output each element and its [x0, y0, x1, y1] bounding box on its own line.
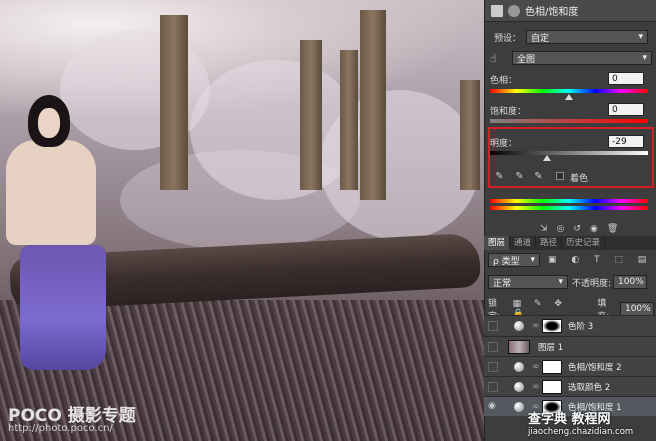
layers-tabs: 图层 通道 路径 历史记录: [484, 236, 656, 250]
adjustment-layer-icon: [514, 382, 524, 392]
visibility-toggle[interactable]: [488, 321, 498, 331]
layer-row[interactable]: ∞ 选取颜色 2: [484, 376, 656, 396]
filter-icons[interactable]: ▣ ◐ T ⬚ ▤: [548, 255, 652, 265]
layer-name: 图层 1: [538, 343, 564, 353]
hue-slider-track[interactable]: [490, 89, 648, 93]
eye-icon[interactable]: ◉: [488, 402, 498, 411]
tree-trunk: [460, 80, 480, 190]
tab-paths[interactable]: 路径: [536, 236, 563, 250]
trash-icon[interactable]: 🗑: [607, 224, 618, 234]
opacity-label: 不透明度:: [572, 278, 612, 289]
layer-mask-thumbnail[interactable]: [542, 360, 562, 374]
blend-mode-dropdown[interactable]: 正常 ▾: [488, 275, 568, 289]
adjustment-layer-icon: [514, 362, 524, 372]
layer-kind-value: ρ 类型: [493, 256, 520, 267]
saturation-slider-track[interactable]: [490, 119, 648, 123]
layer-row[interactable]: ∞ 色阶 3: [484, 315, 656, 335]
link-icon[interactable]: ∞: [532, 382, 540, 392]
blend-row: 正常 ▾ 不透明度: 100%: [488, 275, 654, 289]
watermark-url: http://photo.poco.cn/: [8, 423, 113, 434]
preset-dropdown[interactable]: 自定 ▾: [526, 30, 648, 44]
layer-mask-thumbnail[interactable]: [542, 319, 562, 333]
panel-bottom-toolbar: ⇲ ◎ ↺ ◉ 🗑: [540, 224, 654, 234]
visibility-toggle[interactable]: [488, 382, 498, 392]
tab-history[interactable]: 历史记录: [562, 236, 606, 250]
woman-blouse: [6, 140, 96, 245]
adjustment-layer-icon: [514, 402, 524, 412]
adjustment-layer-icon[interactable]: [491, 4, 503, 17]
link-icon[interactable]: ∞: [532, 362, 540, 372]
tab-layers[interactable]: 图层: [484, 236, 511, 250]
channel-row: ☝ 全图 ▾: [490, 51, 654, 65]
channel-dropdown[interactable]: 全图 ▾: [512, 51, 652, 65]
layer-filter-row: ρ 类型 ▾ ▣ ◐ T ⬚ ▤: [488, 253, 654, 267]
chevron-down-icon: ▾: [638, 32, 643, 42]
preset-value: 自定: [531, 33, 550, 44]
preset-row: 预设： 自定 ▾: [494, 30, 654, 44]
chevron-down-icon: ▾: [558, 277, 563, 287]
view-previous-icon[interactable]: ◎: [557, 224, 565, 234]
layer-mask-thumbnail[interactable]: [542, 380, 562, 394]
hue-input[interactable]: 0: [608, 72, 644, 85]
color-bar-top: [490, 199, 648, 203]
hand-tool-icon[interactable]: ☝: [490, 52, 512, 65]
clip-icon[interactable]: ⇲: [540, 224, 548, 234]
channel-value: 全图: [517, 54, 536, 65]
color-bar-bottom: [490, 206, 648, 210]
chevron-down-icon: ▾: [642, 53, 647, 63]
adjustment-layer-icon: [514, 321, 524, 331]
layer-name: 色相/饱和度 2: [568, 363, 622, 373]
layer-name: 选取颜色 2: [568, 383, 611, 393]
visibility-icon[interactable]: ◉: [590, 224, 598, 234]
saturation-input[interactable]: 0: [608, 103, 644, 116]
blend-mode-value: 正常: [493, 278, 512, 289]
site-watermark-url: jiaocheng.chazidian.com: [528, 427, 634, 437]
panel-header: 色相/饱和度: [485, 0, 656, 22]
visibility-toggle[interactable]: [488, 342, 498, 352]
hue-label: 色相：: [490, 76, 518, 86]
fill-input[interactable]: 100%: [619, 302, 654, 316]
tab-channels[interactable]: 通道: [510, 236, 537, 250]
opacity-input[interactable]: 100%: [613, 275, 648, 289]
mask-icon[interactable]: [508, 4, 520, 17]
preset-label: 预设：: [494, 33, 522, 44]
visibility-toggle[interactable]: [488, 362, 498, 372]
site-watermark-text: 查字典 教程网: [528, 412, 611, 427]
highlight-annotation: [488, 127, 654, 188]
fill-value: 100%: [624, 304, 651, 314]
site-watermark: 查字典 教程网 jiaocheng.chazidian.com: [528, 408, 654, 441]
layer-row[interactable]: 图层 1: [484, 336, 656, 356]
panel-title: 色相/饱和度: [525, 7, 579, 18]
tree-trunk: [360, 10, 386, 200]
woman-skirt: [20, 245, 106, 370]
layer-name: 色阶 3: [568, 322, 594, 332]
tree-trunk: [300, 40, 322, 190]
layer-kind-dropdown[interactable]: ρ 类型 ▾: [488, 253, 540, 267]
opacity-value: 100%: [618, 277, 644, 287]
layer-row[interactable]: ∞ 色相/饱和度 2: [484, 356, 656, 376]
foliage: [120, 150, 360, 250]
layer-thumbnail[interactable]: [508, 340, 530, 354]
tree-trunk: [340, 50, 358, 190]
hue-slider-thumb[interactable]: [565, 94, 573, 100]
chevron-down-icon: ▾: [530, 255, 535, 265]
woman-face: [38, 108, 60, 138]
reset-icon[interactable]: ↺: [573, 224, 581, 234]
document-canvas[interactable]: POCO 摄影专题 http://photo.poco.cn/: [0, 0, 484, 441]
tree-trunk: [160, 15, 188, 190]
saturation-label: 饱和度：: [490, 107, 527, 117]
link-icon[interactable]: ∞: [532, 321, 540, 331]
